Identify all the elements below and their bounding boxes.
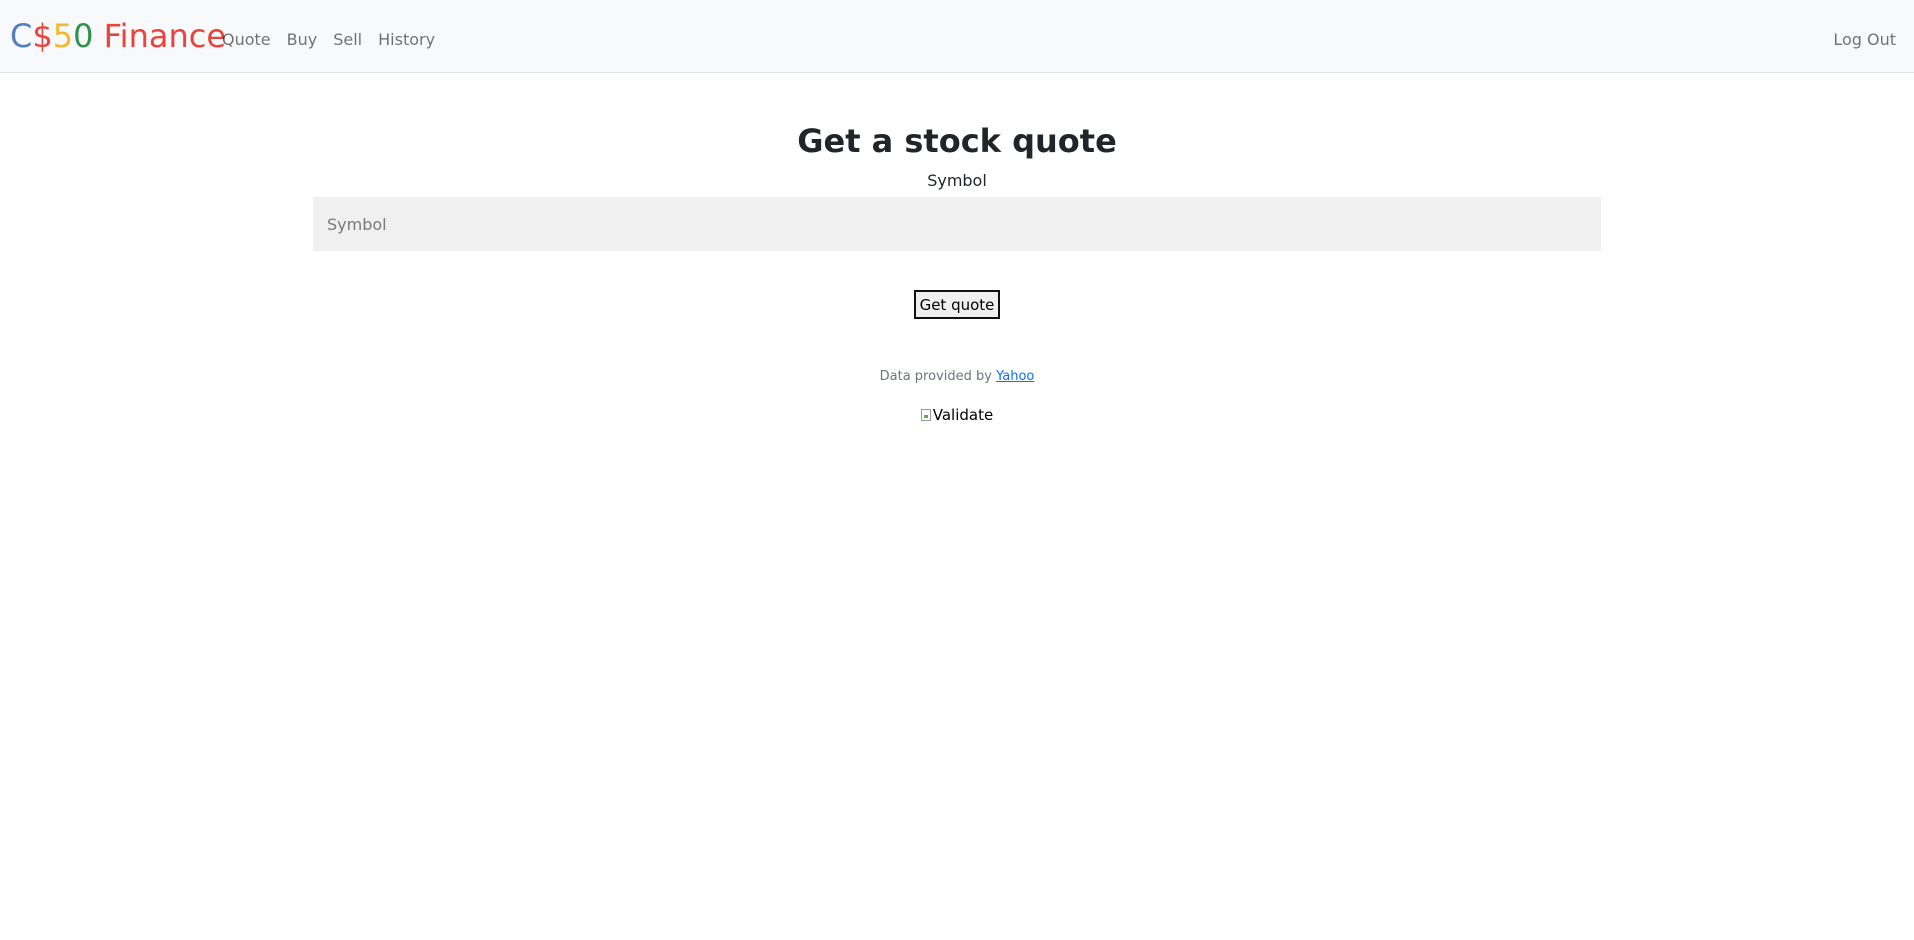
brand-five: 5 bbox=[52, 17, 74, 55]
symbol-label: Symbol bbox=[927, 171, 987, 190]
nav-link-quote[interactable]: Quote bbox=[222, 28, 271, 52]
nav-link-sell[interactable]: Sell bbox=[333, 28, 362, 52]
brand-logo-link[interactable]: C$50 Finance bbox=[10, 16, 226, 56]
yahoo-link[interactable]: Yahoo bbox=[996, 369, 1034, 384]
brand-zero: 0 bbox=[73, 17, 94, 55]
brand-letter-c: C bbox=[10, 17, 33, 55]
get-quote-button[interactable]: Get quote bbox=[914, 290, 1000, 319]
brand-finance: Finance bbox=[93, 17, 227, 55]
brand-dollar: $ bbox=[32, 17, 53, 55]
page-title: Get a stock quote bbox=[797, 122, 1117, 160]
broken-image-icon bbox=[920, 409, 931, 421]
attribution-text: Data provided by bbox=[879, 369, 992, 384]
symbol-input[interactable] bbox=[313, 197, 1601, 251]
validate-alt-text: Validate bbox=[932, 406, 994, 424]
nav-link-buy[interactable]: Buy bbox=[287, 28, 318, 52]
logout-link[interactable]: Log Out bbox=[1833, 28, 1896, 52]
nav-links: Quote Buy Sell History bbox=[222, 28, 451, 52]
validate-badge[interactable]: Validate bbox=[0, 405, 1914, 426]
nav-link-history[interactable]: History bbox=[378, 28, 435, 52]
data-attribution: Data provided by Yahoo bbox=[0, 368, 1914, 386]
navbar: C$50 Finance Quote Buy Sell History Log … bbox=[0, 0, 1914, 73]
